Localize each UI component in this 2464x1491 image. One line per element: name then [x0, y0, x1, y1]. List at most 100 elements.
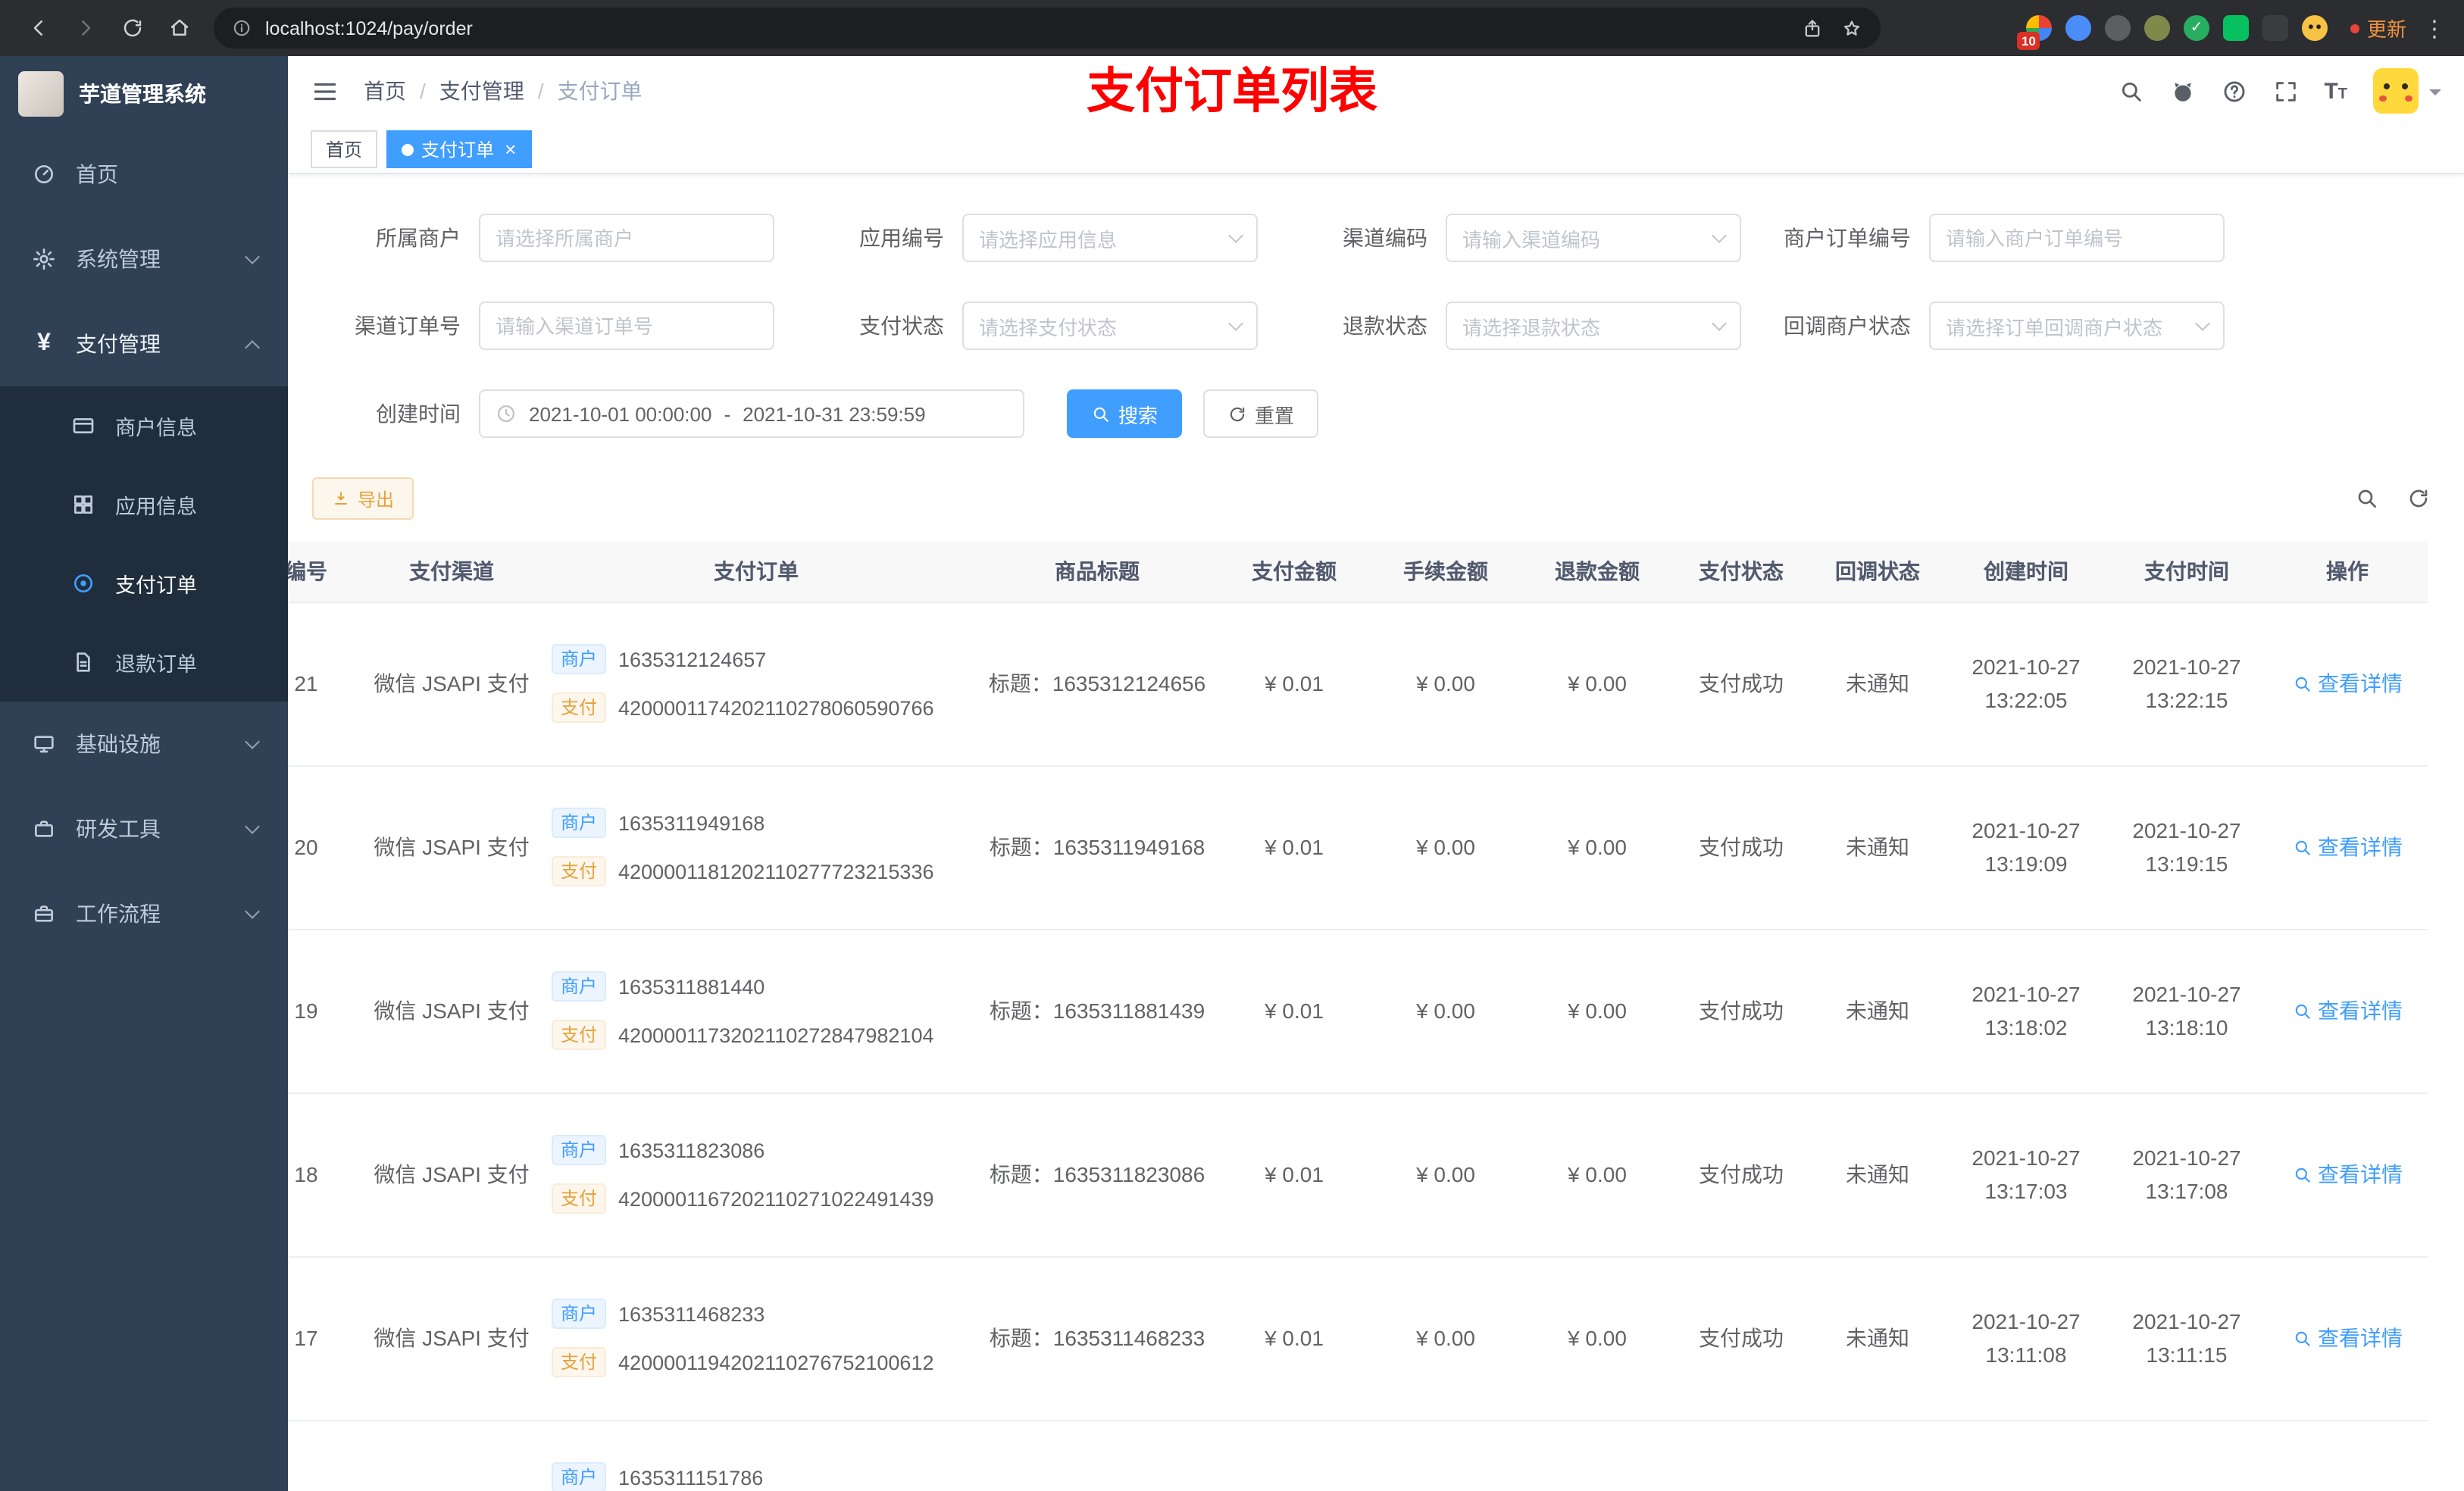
fullscreen-icon[interactable] — [2272, 78, 2298, 104]
magnifier-icon — [2294, 1003, 2309, 1018]
merchant-input[interactable] — [479, 214, 774, 262]
hamburger-icon[interactable] — [311, 77, 339, 105]
logo[interactable]: 芋道管理系统 — [0, 56, 288, 132]
pay-order-no: 4200001167202110271022491439 — [618, 1187, 934, 1210]
sidebar-item-label: 商户信息 — [115, 417, 197, 439]
extension-blue-icon[interactable] — [2065, 15, 2091, 41]
refund-status-select[interactable]: 请选择退款状态 — [1446, 302, 1741, 350]
browser-menu-kebab-icon[interactable]: ⋮ — [2423, 14, 2446, 42]
sidebar-item-pay-order[interactable]: 支付订单 — [0, 544, 288, 623]
github-icon[interactable] — [2169, 78, 2195, 104]
app-select[interactable]: 请选择应用信息 — [962, 214, 1258, 262]
chevron-down-icon — [1712, 316, 1727, 331]
share-icon[interactable] — [1802, 17, 1823, 39]
cell-pay-time: 2021-10-27 13:22:15 — [2106, 602, 2267, 766]
view-detail-link[interactable]: 查看详情 — [2292, 996, 2403, 1026]
notify-status-select[interactable]: 请选择订单回调商户状态 — [1929, 302, 2225, 350]
extension-check-icon[interactable]: ✓ — [2183, 15, 2209, 41]
cell-fee — [1370, 1420, 1521, 1491]
channel-order-no-input[interactable] — [479, 302, 774, 350]
sidebar-item-dev-tools[interactable]: 研发工具 — [0, 786, 288, 871]
tag-home[interactable]: 首页 — [311, 130, 378, 168]
caret-down-icon — [2429, 89, 2441, 101]
date-separator: - — [724, 402, 731, 425]
hide-search-icon[interactable] — [2355, 486, 2379, 511]
filter-channel-order-no: 渠道订单号 — [312, 302, 774, 350]
date-end: 2021-10-31 23:59:59 — [743, 402, 926, 425]
breadcrumb-home[interactable]: 首页 — [364, 76, 406, 106]
extension-colorful-icon[interactable]: 10 — [2016, 15, 2052, 50]
sidebar-item-infrastructure[interactable]: 基础设施 — [0, 702, 288, 786]
cell-order: 商户 1635311881440 支付 42000011732021102728… — [536, 929, 976, 1093]
update-label: 更新 — [2366, 18, 2406, 41]
merchant-badge: 商户 — [552, 808, 607, 838]
cell-action: 查看详情 — [2267, 1420, 2428, 1491]
pay-badge: 支付 — [552, 1347, 607, 1377]
sidebar-item-app-info[interactable]: 应用信息 — [0, 465, 288, 544]
cell-action: 查看详情 — [2267, 929, 2428, 1093]
reset-button[interactable]: 重置 — [1203, 389, 1319, 438]
reload-icon[interactable] — [112, 8, 152, 48]
search-icon[interactable] — [2118, 78, 2143, 104]
extension-olive-icon[interactable] — [2143, 15, 2170, 41]
browser-update-button[interactable]: 更新 — [2350, 14, 2406, 42]
monitor-icon — [30, 730, 58, 758]
user-menu[interactable] — [2373, 68, 2441, 114]
cell-order: 商户 1635311949168 支付 42000011812021102777… — [536, 765, 976, 930]
date-range-input[interactable]: 2021-10-01 00:00:00 - 2021-10-31 23:59:5… — [479, 389, 1024, 438]
pay-badge: 支付 — [552, 1020, 607, 1050]
extension-chat-icon[interactable] — [2222, 15, 2249, 41]
table-toolbar: 导出 — [288, 477, 2464, 520]
sidebar-item-merchant-info[interactable]: 商户信息 — [0, 386, 288, 465]
chevron-down-icon — [245, 248, 260, 264]
refresh-icon[interactable] — [2406, 486, 2431, 511]
sidebar-item-refund-order[interactable]: 退款订单 — [0, 623, 288, 702]
sidebar-item-home[interactable]: 首页 — [0, 132, 288, 217]
cell-refund: ¥ 0.00 — [1521, 1092, 1673, 1257]
close-icon[interactable]: × — [505, 139, 516, 159]
tag-pay-order[interactable]: 支付订单 × — [386, 130, 532, 168]
question-icon[interactable] — [2221, 78, 2247, 104]
filter-notify-status: 回调商户状态 请选择订单回调商户状态 — [1762, 302, 2225, 350]
date-start: 2021-10-01 00:00:00 — [529, 402, 712, 425]
view-detail-link[interactable]: 查看详情 — [2292, 832, 2403, 862]
magnifier-icon — [2294, 1167, 2309, 1182]
cell-id: 16 — [288, 1420, 367, 1491]
extension-dark-icon[interactable] — [2104, 15, 2131, 41]
font-size-icon[interactable]: TT — [2324, 78, 2347, 104]
cell-id: 18 — [288, 1092, 367, 1257]
pay-status-select[interactable]: 请选择支付状态 — [962, 302, 1258, 350]
merchant-order-no-input[interactable] — [1929, 214, 2225, 262]
avatar[interactable] — [2373, 68, 2419, 114]
sidebar-item-payment[interactable]: ¥ 支付管理 — [0, 302, 288, 386]
channel-code-select[interactable]: 请输入渠道编码 — [1446, 214, 1741, 262]
pay-badge: 支付 — [552, 692, 607, 723]
breadcrumb-payment[interactable]: 支付管理 — [439, 76, 524, 106]
back-icon[interactable] — [18, 8, 58, 48]
cell-refund — [1521, 1420, 1673, 1491]
filter-app-no: 应用编号 请选择应用信息 — [796, 214, 1258, 262]
filter-label: 支付状态 — [859, 314, 944, 338]
gear-icon — [30, 245, 58, 273]
info-icon[interactable] — [232, 18, 252, 38]
cell-pay-time: 2021-10-27 13:18:10 — [2106, 929, 2267, 1093]
forward-icon[interactable] — [65, 8, 105, 48]
sidebar-item-system[interactable]: 系统管理 — [0, 217, 288, 302]
home-icon[interactable] — [159, 8, 199, 48]
view-detail-link[interactable]: 查看详情 — [2292, 1323, 2403, 1353]
address-bar[interactable]: localhost:1024/pay/order — [214, 8, 1881, 48]
view-detail-link[interactable]: 查看详情 — [2292, 1486, 2403, 1491]
cell-fee: ¥ 0.00 — [1370, 765, 1521, 930]
search-button[interactable]: 搜索 — [1067, 389, 1183, 438]
sidebar-item-label: 首页 — [76, 162, 118, 186]
cell-fee: ¥ 0.00 — [1370, 1092, 1521, 1257]
export-button[interactable]: 导出 — [312, 477, 414, 520]
extension-pin-icon[interactable] — [2262, 15, 2288, 41]
sidebar-item-workflow[interactable]: 工作流程 — [0, 871, 288, 956]
view-detail-link[interactable]: 查看详情 — [2292, 1159, 2403, 1189]
cell-action: 查看详情 — [2267, 1092, 2428, 1257]
view-detail-link[interactable]: 查看详情 — [2292, 668, 2403, 699]
bookmark-star-icon[interactable] — [1841, 17, 1862, 39]
browser-profile-avatar[interactable] — [2301, 15, 2328, 41]
cell-create-time: 2021-10-27 13:17:03 — [1946, 1092, 2106, 1257]
